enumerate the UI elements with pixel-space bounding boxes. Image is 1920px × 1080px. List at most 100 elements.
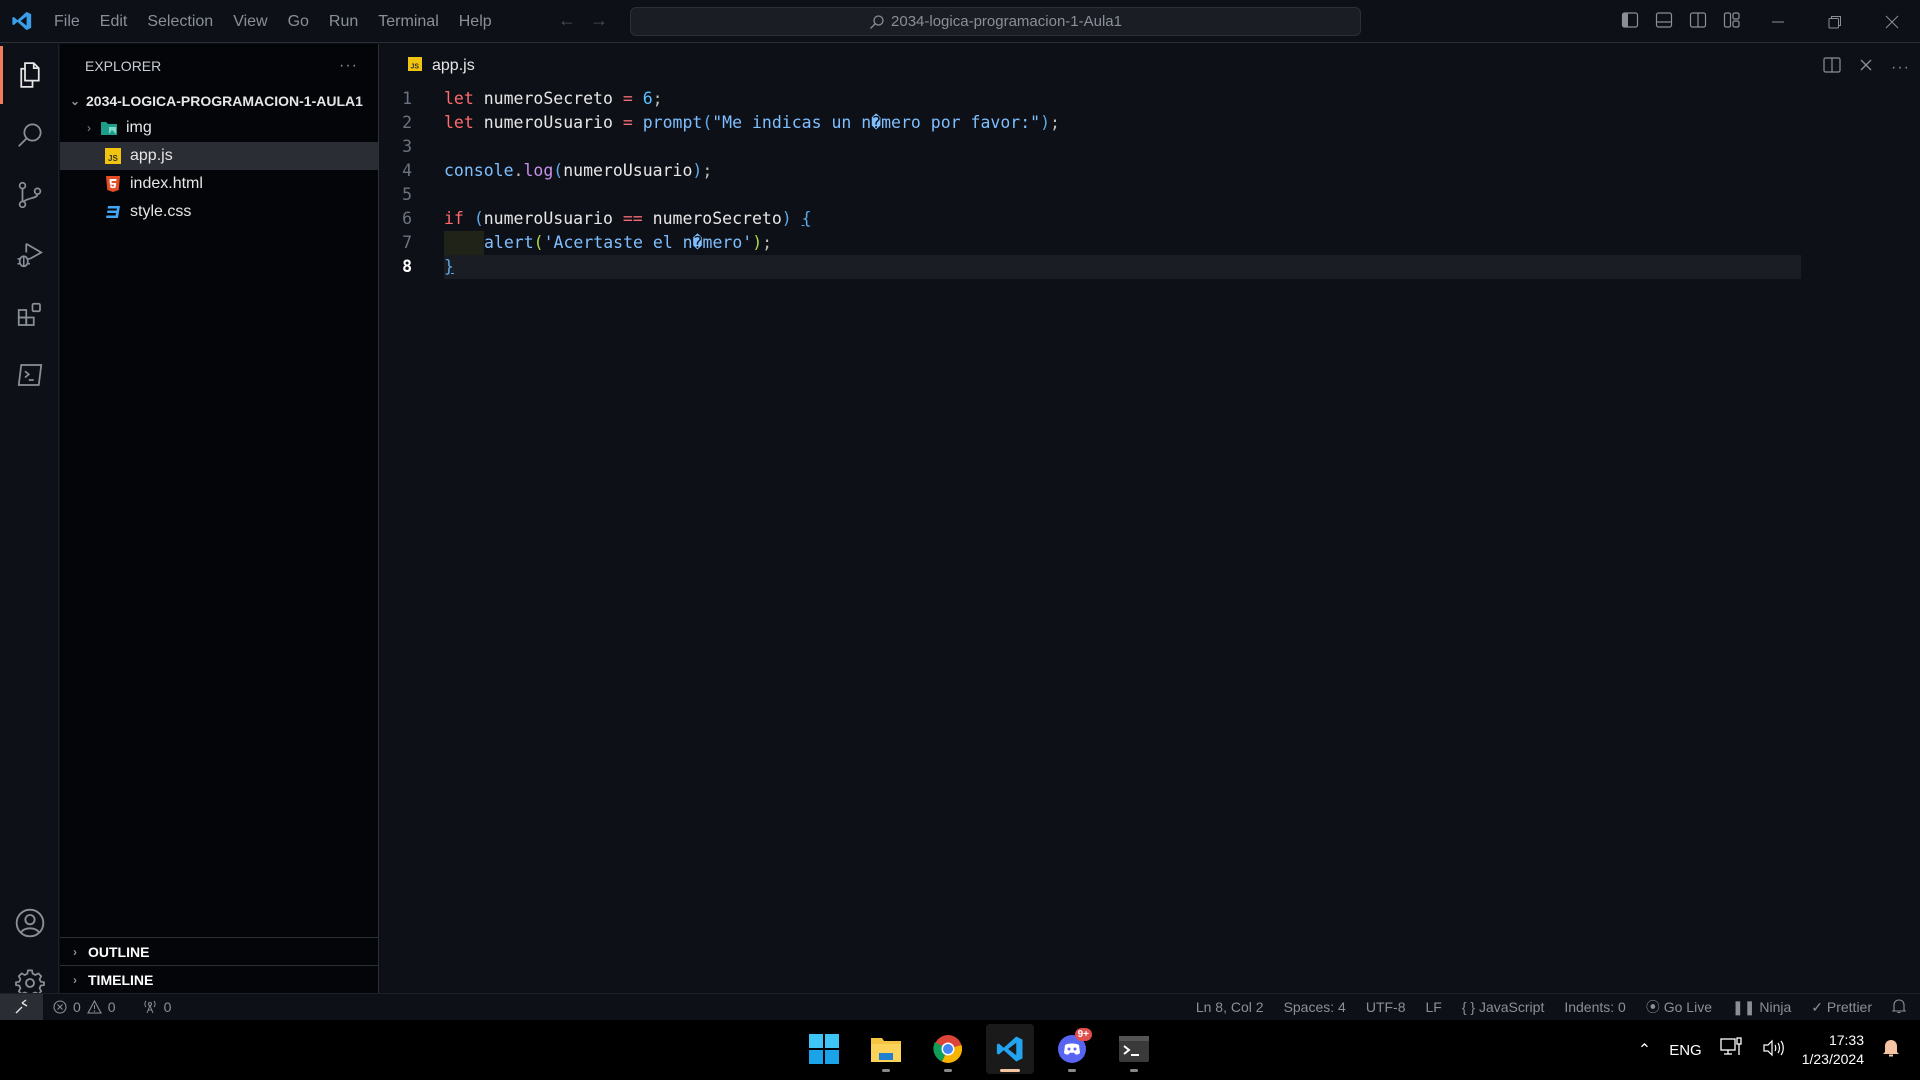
end-of-line[interactable]: LF	[1426, 999, 1442, 1015]
split-editor-icon[interactable]	[1823, 56, 1841, 79]
account-icon[interactable]	[0, 894, 59, 952]
language-mode[interactable]: { } JavaScript	[1462, 999, 1545, 1015]
remote-terminal-icon[interactable]	[0, 346, 59, 404]
more-actions-icon[interactable]: ···	[1891, 59, 1910, 77]
file-name: index.html	[130, 175, 203, 192]
back-arrow-icon[interactable]: ←	[558, 10, 576, 31]
indents-count[interactable]: Indents: 0	[1564, 999, 1626, 1015]
folder-icon	[871, 1038, 901, 1062]
status-right: Ln 8, Col 2 Spaces: 4 UTF-8 LF { } JavaS…	[1196, 994, 1907, 1021]
menu-run[interactable]: Run	[319, 0, 368, 43]
windows-start-button[interactable]	[800, 1024, 848, 1074]
running-indicator	[1068, 1069, 1076, 1072]
code-line: 2 let numeroUsuario = prompt("Me indicas …	[380, 111, 1920, 135]
toggle-panel-icon[interactable]	[1654, 10, 1674, 30]
more-actions-button[interactable]: ···	[339, 57, 358, 75]
remote-indicator[interactable]	[0, 993, 43, 1021]
menu-terminal[interactable]: Terminal	[368, 0, 448, 43]
terminal-app[interactable]	[1110, 1024, 1158, 1074]
menu-selection[interactable]: Selection	[137, 0, 223, 43]
tree-folder-img[interactable]: › img	[60, 114, 378, 142]
menu-help[interactable]: Help	[449, 0, 502, 43]
source-control-icon[interactable]	[0, 166, 59, 224]
run-debug-icon[interactable]	[0, 226, 59, 284]
menu-view[interactable]: View	[223, 0, 277, 43]
language-label: JavaScript	[1478, 999, 1545, 1015]
ports-broadcast-icon	[143, 1000, 156, 1014]
timeline-section[interactable]: › TIMELINE	[60, 965, 379, 993]
css-file-icon	[104, 203, 122, 221]
extensions-icon[interactable]	[0, 286, 59, 344]
tab-app-js[interactable]: JS app.js	[380, 44, 491, 88]
explorer-icon[interactable]	[0, 46, 59, 104]
close-tab-icon[interactable]	[1859, 58, 1873, 77]
remote-icon	[15, 999, 27, 1014]
customize-layout-icon[interactable]	[1722, 10, 1742, 30]
indentation[interactable]: Spaces: 4	[1284, 999, 1346, 1015]
code-line: 4 console.log(numeroUsuario);	[380, 159, 1920, 183]
pause-icon: ❚❚	[1731, 998, 1756, 1015]
error-icon	[53, 1000, 67, 1014]
code-line: 6 if (numeroUsuario == numeroSecreto) {	[380, 207, 1920, 231]
problems-indicator[interactable]: 0 0 0	[43, 999, 171, 1015]
cursor-position[interactable]: Ln 8, Col 2	[1196, 999, 1264, 1015]
discord-app[interactable]: 9+	[1048, 1024, 1096, 1074]
prettier-label: Prettier	[1826, 998, 1872, 1015]
chrome-app[interactable]	[924, 1024, 972, 1074]
notifications-bell-icon[interactable]	[1891, 998, 1907, 1017]
workspace-folder-header[interactable]: ⌄ 2034-LOGICA-PROGRAMACION-1-AULA1	[60, 87, 378, 114]
chevron-right-icon: ›	[73, 972, 77, 987]
toggle-secondary-sidebar-icon[interactable]	[1688, 10, 1708, 30]
close-window-button[interactable]	[1863, 0, 1920, 43]
taskbar-apps: 9+	[800, 1024, 1158, 1074]
line-number: 8	[402, 257, 412, 276]
vscode-app[interactable]	[986, 1024, 1034, 1074]
go-live-button[interactable]: ⦿ Go Live	[1646, 997, 1712, 1017]
volume-icon[interactable]	[1762, 1038, 1784, 1062]
encoding[interactable]: UTF-8	[1366, 999, 1406, 1015]
window-controls	[1749, 0, 1920, 43]
clock[interactable]: 17:33 1/23/2024	[1802, 1031, 1864, 1069]
code-line: 1 let numeroSecreto = 6;	[380, 87, 1920, 111]
toggle-primary-sidebar-icon[interactable]	[1620, 10, 1640, 30]
tree-file-style-css[interactable]: style.css	[60, 198, 378, 226]
tree-file-app-js[interactable]: JS app.js	[60, 142, 378, 170]
network-icon[interactable]	[1720, 1037, 1744, 1063]
notification-bell-icon[interactable]	[1882, 1038, 1900, 1062]
forward-arrow-icon[interactable]: →	[590, 10, 608, 31]
tree-file-index-html[interactable]: index.html	[60, 170, 378, 198]
minimize-button[interactable]	[1749, 0, 1806, 43]
search-icon[interactable]	[0, 106, 59, 164]
menu-go[interactable]: Go	[278, 0, 319, 43]
system-tray: ⌃ ENG 17:33 1/23/2024	[1638, 1020, 1920, 1080]
show-hidden-icons-chevron-up-icon[interactable]: ⌃	[1638, 1040, 1651, 1060]
check-icon: ✓	[1811, 998, 1823, 1015]
restore-button[interactable]	[1806, 0, 1863, 43]
workspace-folder-name: 2034-LOGICA-PROGRAMACION-1-AULA1	[86, 92, 363, 109]
windows-logo-icon	[809, 1034, 839, 1064]
code-editor[interactable]: 1 let numeroSecreto = 6; 2 let numeroUsuar…	[380, 87, 1920, 279]
active-indicator	[1000, 1069, 1020, 1072]
running-indicator	[1130, 1069, 1138, 1072]
code-text: }	[444, 257, 454, 276]
code-text: let numeroUsuario = prompt("Me indicas u…	[444, 113, 1060, 132]
file-explorer-app[interactable]	[862, 1024, 910, 1074]
command-center-search[interactable]: 2034-logica-programacion-1-Aula1	[630, 7, 1361, 36]
svg-text:JS: JS	[108, 154, 118, 163]
ports-count: 0	[163, 999, 172, 1015]
layout-controls	[1620, 10, 1742, 30]
chrome-icon	[933, 1035, 963, 1063]
error-count: 0	[73, 999, 81, 1015]
vscode-logo-icon	[0, 0, 44, 43]
notification-badge: 9+	[1074, 1028, 1092, 1041]
menu-file[interactable]: File	[44, 0, 90, 43]
warning-count: 0	[107, 999, 116, 1015]
language-indicator[interactable]: ENG	[1669, 1042, 1702, 1059]
chevron-right-icon: ›	[87, 121, 91, 135]
line-number: 6	[402, 209, 412, 228]
outline-section[interactable]: › OUTLINE	[60, 937, 379, 965]
ninja-button[interactable]: ❚❚ Ninja	[1732, 999, 1791, 1016]
prettier-button[interactable]: ✓ Prettier	[1811, 999, 1872, 1016]
line-number: 2	[402, 113, 412, 132]
menu-edit[interactable]: Edit	[90, 0, 138, 43]
